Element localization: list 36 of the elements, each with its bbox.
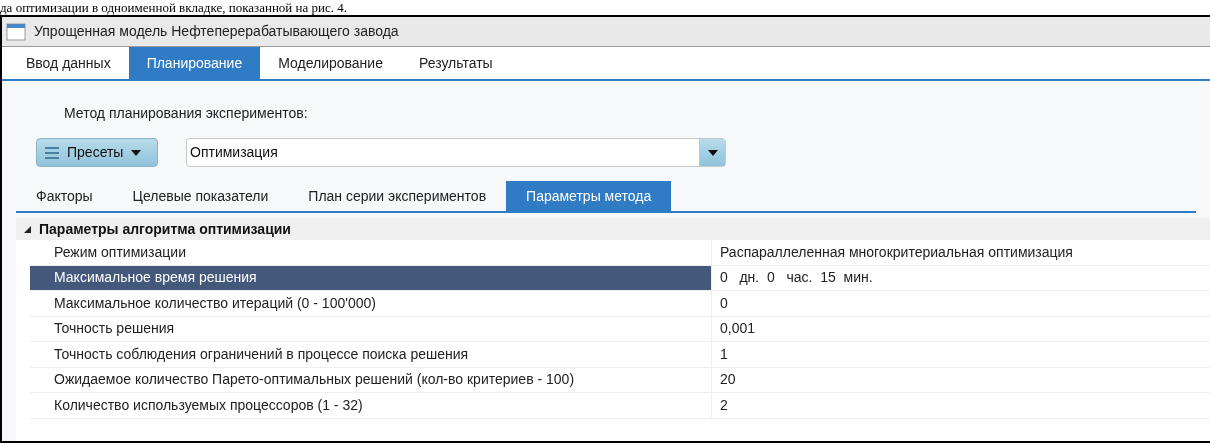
caret-icon [707,149,718,156]
document-text: да оптимизации в одноименной вкладке, показанной на рис. 4. [0,0,347,15]
method-select[interactable]: Оптимизация [186,138,726,167]
property-name[interactable]: Количество используемых процессоров (1 - 32) [30,393,712,418]
window-icon [6,22,26,41]
main-tab[interactable]: Моделирование [260,47,401,79]
method-tab[interactable]: Параметры метода [506,181,672,211]
dropdown-button[interactable] [699,139,725,166]
property-value[interactable]: 0 дн. 0 час. 15 мин. [712,265,1210,290]
property-value[interactable]: 1 [712,342,1210,367]
expanded-triangle-icon [24,225,31,233]
group-header[interactable]: Параметры алгоритма оптимизации [16,218,1210,240]
property-value[interactable]: 20 [712,367,1210,392]
property-name[interactable]: Максимальное время решения [30,265,712,290]
property-name[interactable]: Ожидаемое количество Парето-оптимальных решений (кол-во критериев - 100) [30,367,712,392]
property-name[interactable]: Точность соблюдения ограничений в процессе поиска решения [30,342,712,367]
method-tab[interactable]: Факторы [16,181,113,211]
property-name[interactable]: Режим оптимизации [30,240,712,265]
window-title: Упрощенная модель Нефтеперерабатывающего завода [34,22,399,41]
property-value[interactable]: Распараллеленная многокритериальная оптимизация [712,240,1210,265]
group-title: Параметры алгоритма оптимизации [39,219,291,239]
main-tab[interactable]: Результаты [400,47,511,79]
property-value[interactable]: 0 [712,291,1210,316]
method-tab[interactable]: Целевые показатели [112,181,289,211]
main-tab[interactable]: Планирование [128,47,261,79]
method-label: Метод планирования экспериментов: [63,104,309,123]
presets-button[interactable]: Пресеты [36,138,158,167]
method-tab[interactable]: План серии экспериментов [288,181,507,211]
property-value[interactable]: 0,001 [712,316,1210,341]
property-value[interactable]: 2 [712,393,1210,418]
property-name[interactable]: Точность решения [30,316,712,341]
property-name[interactable]: Максимальное количество итераций (0 - 100'000) [30,291,712,316]
main-tab[interactable]: Ввод данных [8,47,129,79]
select-value: Оптимизация [189,143,279,162]
menu-icon [45,146,59,159]
caret-icon [131,149,142,156]
